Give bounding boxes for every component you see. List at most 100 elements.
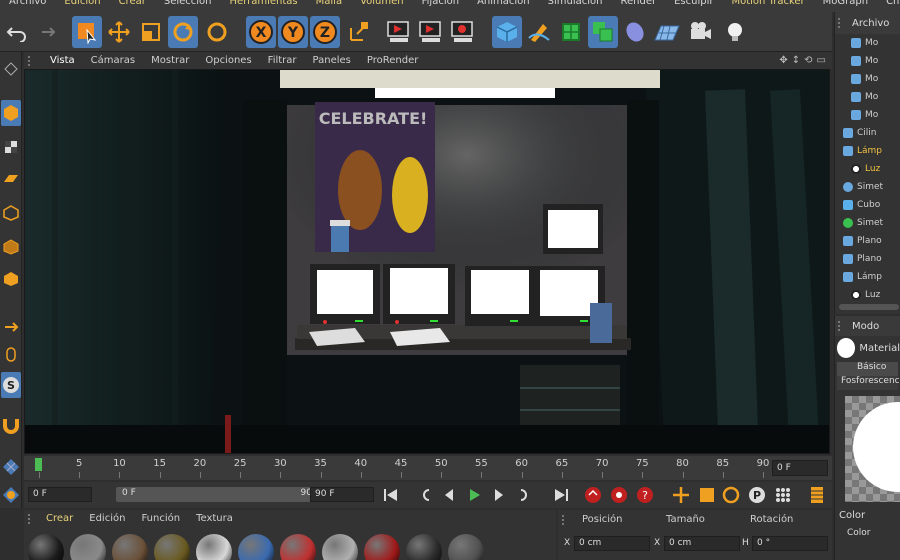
next-key-icon[interactable] [514, 485, 536, 505]
timeline[interactable]: 051015202530354045505560657075808590 0 F [24, 456, 832, 480]
object-row[interactable]: Luz [851, 286, 880, 304]
menu-item[interactable]: Render [611, 0, 665, 7]
x-axis-icon[interactable]: X [246, 16, 276, 48]
object-row[interactable]: Mo [851, 52, 878, 70]
viewport-menu-item[interactable]: Filtrar [260, 55, 305, 66]
subdivision-icon[interactable] [556, 16, 586, 48]
texture-mode-icon[interactable] [1, 134, 21, 160]
play-icon[interactable] [464, 485, 486, 505]
viewport-menu-item[interactable]: Paneles [305, 55, 359, 66]
move-icon[interactable] [104, 16, 134, 48]
menu-item[interactable]: Character [877, 0, 900, 7]
pan-icon[interactable]: ✥ [779, 55, 787, 66]
scale-icon[interactable] [136, 16, 166, 48]
menu-item[interactable]: Malla [307, 0, 351, 7]
edit-render-settings-icon[interactable] [448, 16, 478, 48]
array-icon[interactable] [588, 16, 618, 48]
size-x-field[interactable]: 0 cm [664, 536, 740, 551]
material-menu-item[interactable]: Crear [38, 513, 81, 524]
points-mode-icon[interactable] [1, 200, 21, 226]
tab-basic[interactable]: Básico [837, 362, 898, 376]
light-icon[interactable] [720, 16, 750, 48]
position-x-field[interactable]: 0 cm [574, 536, 650, 551]
y-axis-icon[interactable]: Y [278, 16, 308, 48]
playhead[interactable] [35, 458, 42, 471]
timeline-ruler[interactable]: 051015202530354045505560657075808590 [34, 458, 769, 478]
material-red[interactable] [364, 534, 400, 560]
object-row[interactable]: Cilin [843, 124, 877, 142]
object-row[interactable]: Plano [843, 250, 882, 268]
panel-grip-icon[interactable] [28, 55, 42, 66]
object-row[interactable]: Simet [843, 214, 883, 232]
recent-tool-icon[interactable] [202, 16, 232, 48]
menu-item[interactable]: Archivo [0, 0, 55, 7]
viewport-menu-item[interactable]: ProRender [359, 55, 426, 66]
material-menu-item[interactable]: Función [133, 513, 188, 524]
render-picture-viewer-icon[interactable] [416, 16, 446, 48]
menu-item[interactable]: Herramientas [221, 0, 307, 7]
object-row[interactable]: Luz [851, 160, 880, 178]
object-row[interactable]: Mo [851, 88, 878, 106]
panel-grip-icon[interactable] [562, 515, 570, 525]
polygons-mode-icon[interactable] [1, 266, 21, 292]
go-to-start-icon[interactable] [380, 485, 402, 505]
keyframe-selection-icon[interactable]: ? [634, 485, 656, 505]
lock-workplane-icon[interactable] [1, 482, 21, 508]
menu-item[interactable]: Fijación [413, 0, 468, 7]
key-pla-icon[interactable] [772, 485, 794, 505]
coordinate-system-icon[interactable] [344, 16, 374, 48]
tweak-mode-icon[interactable] [1, 342, 21, 368]
tab-luminance[interactable]: Fosforescencia [837, 376, 900, 390]
menu-item[interactable]: Selección [155, 0, 221, 7]
pen-icon[interactable] [524, 16, 554, 48]
menu-item[interactable]: Animación [468, 0, 539, 7]
deformer-icon[interactable] [620, 16, 650, 48]
model-mode-icon[interactable] [1, 100, 21, 126]
menu-item[interactable]: Volumen [351, 0, 413, 7]
material-white[interactable] [196, 534, 232, 560]
z-axis-icon[interactable]: Z [310, 16, 340, 48]
material-red-blue[interactable] [280, 534, 316, 560]
viewport-menu-item[interactable]: Cámaras [83, 55, 143, 66]
edges-mode-icon[interactable] [1, 234, 21, 260]
camera-icon[interactable] [686, 16, 716, 48]
frame-range-slider[interactable]: 0 F 90 F [116, 487, 326, 502]
panel-grip-icon[interactable] [28, 513, 38, 524]
attribute-mode-menu[interactable]: Modo [852, 321, 879, 332]
material-grey-metal[interactable] [70, 534, 106, 560]
key-rotation-icon[interactable] [720, 485, 742, 505]
material-menu-item[interactable]: Edición [81, 513, 133, 524]
material-dark[interactable] [406, 534, 442, 560]
viewport-menu-item[interactable]: Opciones [197, 55, 259, 66]
prev-key-icon[interactable] [414, 485, 436, 505]
object-row[interactable]: Simet [843, 178, 883, 196]
menu-item[interactable]: MoGraph [814, 0, 877, 7]
menu-item[interactable]: Motion Tracker [722, 0, 813, 7]
timeline-window-icon[interactable] [806, 485, 828, 505]
material-brown[interactable] [112, 534, 148, 560]
viewport-menu-item[interactable]: Vista [42, 55, 83, 66]
prev-frame-icon[interactable] [438, 485, 460, 505]
undo-icon[interactable] [2, 16, 32, 48]
key-parameter-icon[interactable]: P [746, 485, 768, 505]
panel-grip-icon[interactable] [838, 18, 846, 28]
viewport-menu-item[interactable]: Mostrar [143, 55, 197, 66]
cube-icon[interactable] [492, 16, 522, 48]
key-scale-icon[interactable] [696, 485, 718, 505]
object-row[interactable]: Mo [851, 70, 878, 88]
workplane-icon[interactable] [1, 166, 21, 192]
rotate-icon[interactable] [168, 16, 198, 48]
start-frame-field[interactable]: 0 F [28, 487, 92, 502]
orbit-icon[interactable]: ⟲ [804, 55, 812, 66]
object-manager-menu-file[interactable]: Archivo [852, 18, 889, 29]
object-manager-scrollbar[interactable] [839, 304, 899, 310]
redo-icon[interactable] [30, 16, 60, 48]
end-frame-field[interactable]: 90 F [310, 487, 374, 502]
material-dark-grey[interactable] [448, 534, 484, 560]
material-black[interactable] [28, 534, 64, 560]
floor-icon[interactable] [652, 16, 682, 48]
object-row[interactable]: Mo [851, 106, 878, 124]
object-row[interactable]: Lámp [843, 268, 882, 286]
live-selection-icon[interactable] [72, 16, 102, 48]
object-row[interactable]: Plano [843, 232, 882, 250]
